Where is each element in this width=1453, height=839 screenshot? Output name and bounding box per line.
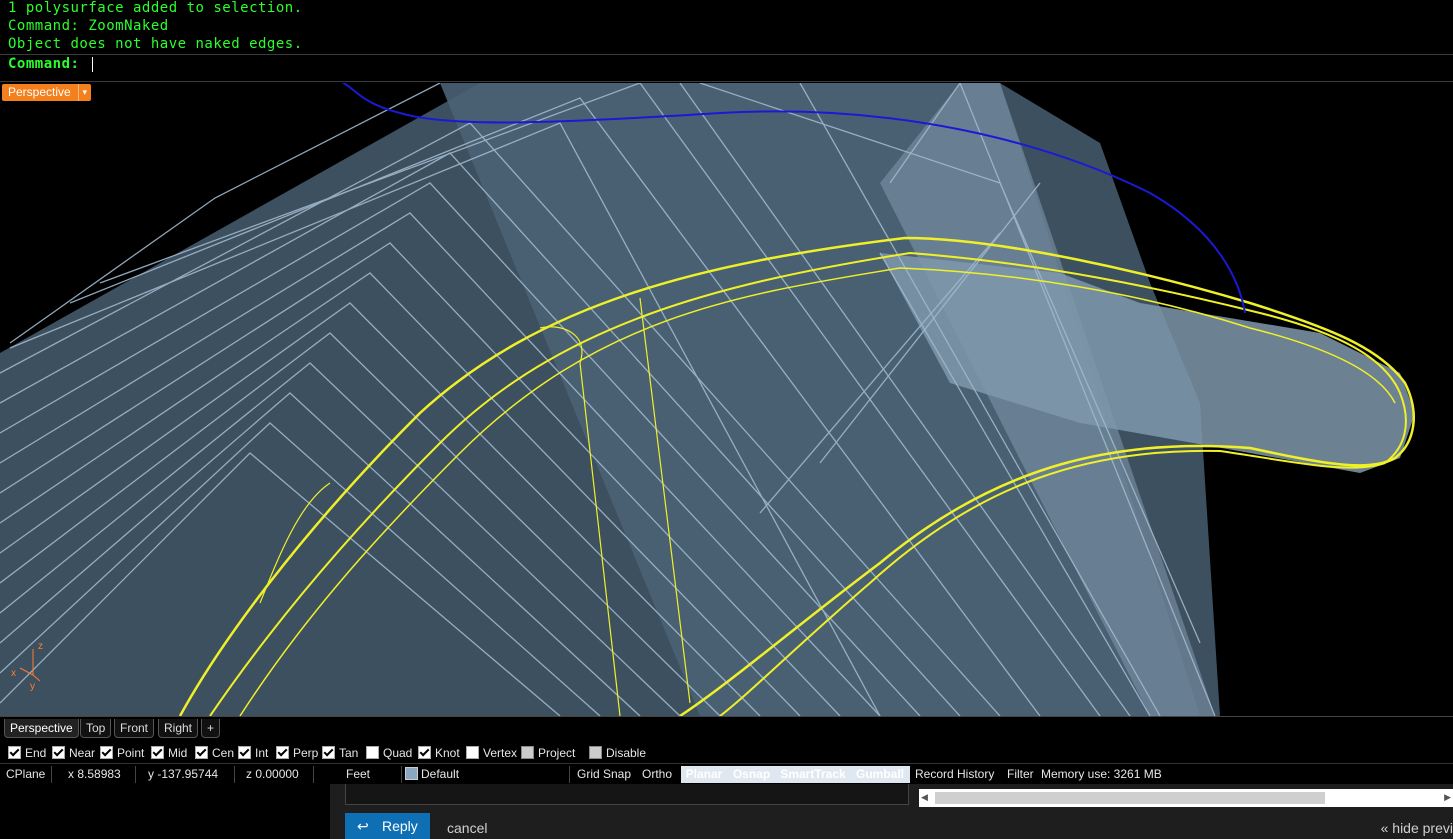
- horizontal-scrollbar[interactable]: ◀ ▶: [919, 789, 1453, 807]
- axis-y-label: y: [30, 681, 35, 692]
- viewport-title: Perspective: [8, 85, 71, 99]
- scrollbar-thumb[interactable]: [935, 792, 1325, 804]
- chevron-down-icon[interactable]: ▾: [77, 84, 91, 101]
- cancel-link[interactable]: cancel: [447, 820, 487, 836]
- smarttrack-toggle[interactable]: SmartTrack: [776, 766, 850, 783]
- gumball-toggle[interactable]: Gumball: [850, 766, 910, 783]
- checkbox-icon[interactable]: [8, 746, 21, 759]
- checkbox-icon[interactable]: [466, 746, 479, 759]
- osnap-toggle[interactable]: Osnap: [727, 766, 776, 783]
- osnap-label: Tan: [339, 746, 359, 760]
- status-bar: CPlane x 8.58983 y -137.95744 z 0.00000 …: [0, 763, 1453, 785]
- osnap-quad[interactable]: Quad: [366, 745, 412, 761]
- hide-preview-link[interactable]: « hide previ: [1381, 820, 1453, 836]
- axis-x-label: x: [11, 668, 16, 679]
- osnap-label: Int: [255, 746, 269, 760]
- reply-button-label: Reply: [382, 818, 418, 834]
- scroll-left-icon[interactable]: ◀: [921, 792, 928, 803]
- osnap-near[interactable]: Near: [52, 745, 95, 761]
- layer-color-swatch: [405, 767, 418, 780]
- osnap-point[interactable]: Point: [100, 745, 144, 761]
- osnap-cen[interactable]: Cen: [195, 745, 234, 761]
- memory-usage: Memory use: 3261 MB: [1041, 767, 1162, 781]
- osnap-end[interactable]: End: [8, 745, 46, 761]
- add-viewport-icon[interactable]: +: [201, 719, 221, 738]
- osnap-label: Near: [69, 746, 96, 760]
- osnap-perp[interactable]: Perp: [276, 745, 318, 761]
- osnap-mid[interactable]: Mid: [151, 745, 187, 761]
- checkbox-icon[interactable]: [100, 746, 113, 759]
- axis-z-label: z: [38, 641, 43, 652]
- ortho-toggle[interactable]: Ortho: [642, 766, 672, 783]
- scroll-right-icon[interactable]: ▶: [1444, 792, 1451, 803]
- osnap-knot[interactable]: Knot: [418, 745, 460, 761]
- record-history-toggle[interactable]: Record History: [915, 766, 994, 783]
- command-history-line: Command: ZoomNaked: [8, 18, 169, 34]
- osnap-label: Mid: [168, 746, 188, 760]
- viewport-title-tab[interactable]: Perspective ▾: [2, 84, 91, 101]
- tab-front[interactable]: Front: [114, 719, 155, 738]
- tab-perspective[interactable]: Perspective: [4, 719, 79, 738]
- grid-snap-toggle[interactable]: Grid Snap: [577, 766, 631, 783]
- perspective-viewport[interactable]: z x y Perspective ▾: [0, 83, 1453, 716]
- osnap-vertex[interactable]: Vertex: [466, 745, 517, 761]
- osnap-label: Cen: [212, 746, 235, 760]
- osnap-label: End: [25, 746, 47, 760]
- coordinate-z: z 0.00000: [235, 766, 314, 783]
- osnap-label: Quad: [383, 746, 413, 760]
- reply-panel: ◀ ▶ ↩ Reply cancel « hide previ: [330, 784, 1453, 839]
- cplane-toggle[interactable]: CPlane: [0, 766, 52, 783]
- checkbox-icon[interactable]: [151, 746, 164, 759]
- osnap-label: Project: [538, 746, 576, 760]
- reply-arrow-icon: ↩: [357, 818, 369, 834]
- checkbox-icon[interactable]: [322, 746, 335, 759]
- osnap-label: Point: [117, 746, 145, 760]
- viewport-tabs: Perspective Top Front Right +: [0, 716, 1453, 739]
- tab-right[interactable]: Right: [158, 719, 199, 738]
- osnap-project[interactable]: Project: [521, 745, 575, 761]
- checkbox-icon[interactable]: [276, 746, 289, 759]
- checkbox-icon[interactable]: [238, 746, 251, 759]
- filter-toggle[interactable]: Filter: [1007, 766, 1034, 783]
- osnap-int[interactable]: Int: [238, 745, 268, 761]
- command-input-caret[interactable]: [92, 57, 93, 72]
- planar-toggle[interactable]: Planar: [681, 766, 727, 783]
- osnap-label: Knot: [435, 746, 460, 760]
- layer-name: Default: [421, 767, 460, 781]
- command-history-line: 1 polysurface added to selection.: [8, 0, 303, 16]
- checkbox-icon[interactable]: [195, 746, 208, 759]
- osnap-label: Disable: [606, 746, 647, 760]
- osnap-disable[interactable]: Disable: [589, 745, 646, 761]
- checkbox-icon[interactable]: [521, 746, 534, 759]
- units-display[interactable]: Feet: [314, 766, 402, 783]
- osnap-tan[interactable]: Tan: [322, 745, 358, 761]
- checkbox-icon[interactable]: [418, 746, 431, 759]
- model-canvas[interactable]: z x y: [0, 83, 1453, 716]
- reply-button[interactable]: ↩ Reply: [345, 813, 430, 839]
- checkbox-icon[interactable]: [52, 746, 65, 759]
- coordinate-x: x 8.58983: [52, 766, 136, 783]
- osnap-label: Perp: [293, 746, 319, 760]
- osnap-bar: End Near Point Mid Cen Int Perp Tan Quad…: [0, 742, 1453, 762]
- coordinate-y: y -137.95744: [136, 766, 235, 783]
- tab-top[interactable]: Top: [80, 719, 112, 738]
- reply-textbox[interactable]: [345, 784, 909, 805]
- command-history: 1 polysurface added to selection. Comman…: [0, 0, 1453, 54]
- checkbox-icon[interactable]: [589, 746, 602, 759]
- command-prompt-label: Command:: [8, 56, 80, 72]
- command-line[interactable]: Command:: [0, 54, 1453, 82]
- checkbox-icon[interactable]: [366, 746, 379, 759]
- layer-selector[interactable]: Default: [402, 766, 570, 783]
- osnap-label: Vertex: [483, 746, 518, 760]
- command-history-line: Object does not have naked edges.: [8, 36, 303, 52]
